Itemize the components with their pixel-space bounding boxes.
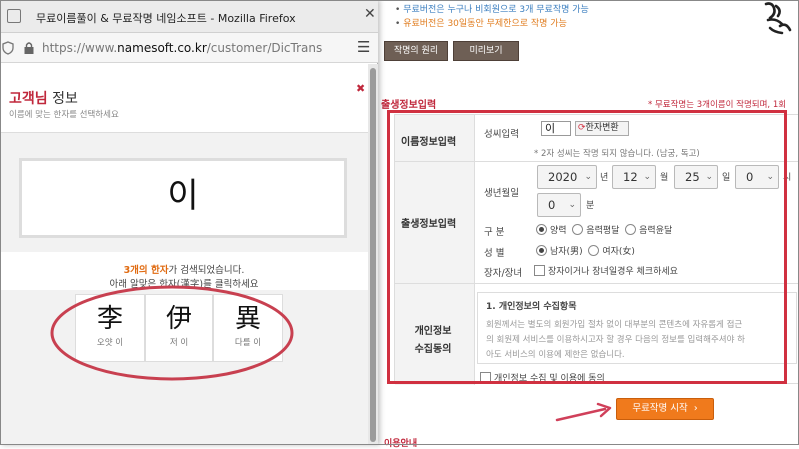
scrollbar-track[interactable] [368,64,378,445]
url-text[interactable]: https://www.namesoft.co.kr/customer/DicT… [42,41,322,55]
hamburger-menu-icon[interactable]: ☰ [357,38,370,56]
usage-guide-title: 이용안내 [384,439,418,449]
heading-rest: 정보 [47,91,78,107]
scrollbar-thumb[interactable] [370,68,376,442]
hangul-display: 이 [19,158,347,238]
url-path: /customer/DicTrans1 [206,41,322,55]
close-icon[interactable]: ✕ [364,6,376,22]
popup-subheading: 이름에 맞는 한자를 선택하세요 [9,110,119,120]
result-count: 3개의 한자 [123,265,169,276]
title-bar: 무료이름풀이 & 무료작명 네임소프트 - Mozilla Firefox ✕ [0,0,378,33]
heading-accent: 고객님 [9,91,48,107]
annotation-ellipse [50,285,294,381]
url-domain: namesoft.co.kr [117,41,207,55]
start-naming-button[interactable]: 무료작명 시작 › [616,398,714,420]
window-menu-icon[interactable] [7,9,21,23]
shield-icon[interactable] [2,41,14,55]
pointer-arrow-icon [555,402,612,422]
close-x-icon[interactable]: ✖ [356,82,365,95]
url-bar: https://www.namesoft.co.kr/customer/DicT… [0,33,378,63]
preview-button[interactable]: 미리보기 [453,41,519,61]
calligraphy-logo [764,2,792,35]
section-title: 출생정보입력 [381,100,437,111]
chevron-right-icon: › [690,403,698,414]
search-result-text: 3개의 한자가 검색되었습니다. [0,262,368,276]
naming-principle-button[interactable]: 작명의 원리 [384,41,448,61]
highlight-frame [387,110,787,384]
window-title: 무료이름풀이 & 무료작명 네임소프트 - Mozilla Firefox [36,12,296,25]
url-prefix: https://www. [42,41,118,55]
popup-heading: 고객님 정보 [9,88,78,108]
lock-icon[interactable] [23,41,35,55]
paid-version-note-text: 유료버전은 30일동안 무제한으로 작명 가능 [403,19,567,29]
free-version-note: • 무료버전은 누구나 비회원으로 3개 무료작명 가능 [395,5,589,15]
popup-window: 무료이름풀이 & 무료작명 네임소프트 - Mozilla Firefox ✕ … [0,0,378,445]
free-version-note-text: 무료버전은 누구나 비회원으로 3개 무료작명 가능 [403,5,589,15]
free-naming-note: * 무료작명는 3개이름이 작명되며, 1회 [648,100,787,110]
result-suffix: 가 검색되었습니다. [168,265,245,276]
paid-version-note: • 유료버전은 30일동안 무제한으로 작명 가능 [395,19,567,29]
start-naming-label: 무료작명 시작 [632,403,688,414]
